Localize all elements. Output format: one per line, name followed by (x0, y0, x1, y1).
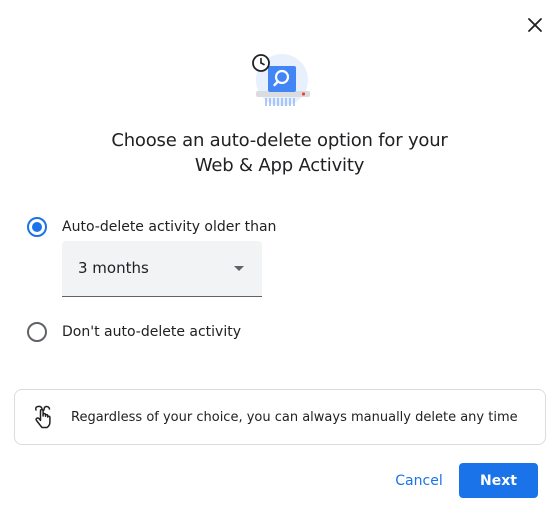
close-button[interactable] (522, 12, 548, 38)
period-select-value: 3 months (78, 259, 149, 277)
close-icon (528, 18, 542, 32)
period-select[interactable]: 3 months (62, 241, 262, 297)
option-dont-auto-delete-label: Don't auto-delete activity (62, 324, 241, 340)
next-button[interactable]: Next (459, 463, 538, 498)
info-text: Regardless of your choice, you can alway… (71, 409, 518, 425)
option-auto-delete-label: Auto-delete activity older than (62, 219, 277, 235)
auto-delete-illustration (252, 54, 310, 106)
info-card: Regardless of your choice, you can alway… (14, 389, 546, 445)
option-dont-auto-delete[interactable]: Don't auto-delete activity (27, 322, 241, 342)
cancel-button[interactable]: Cancel (386, 464, 452, 498)
dropdown-arrow-icon (234, 266, 244, 271)
hand-touch-icon (35, 405, 51, 429)
dialog-title: Choose an auto-delete option for your We… (0, 128, 559, 178)
dialog-title-line-2: Web & App Activity (194, 155, 365, 176)
radio-dont-auto-delete[interactable] (27, 322, 47, 342)
option-auto-delete[interactable]: Auto-delete activity older than (27, 217, 276, 237)
radio-auto-delete[interactable] (27, 217, 47, 237)
dialog-title-line-1: Choose an auto-delete option for your (111, 130, 448, 151)
